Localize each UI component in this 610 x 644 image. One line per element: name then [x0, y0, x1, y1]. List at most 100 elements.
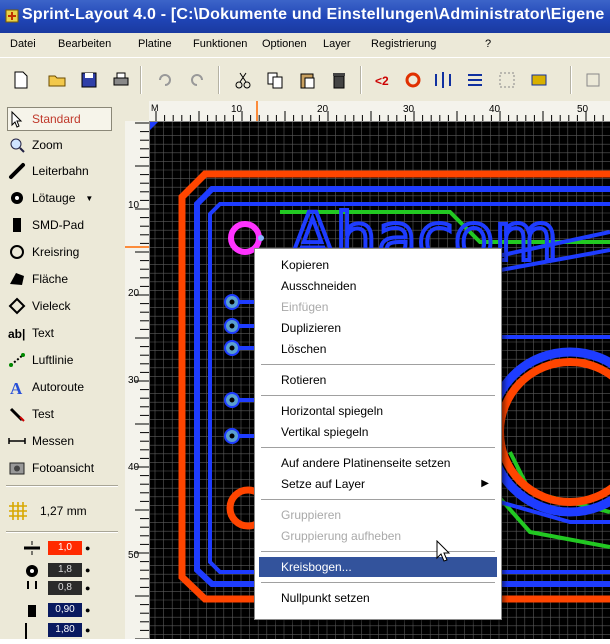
- sidebar-separator: [6, 531, 118, 533]
- param-drill[interactable]: 0,8 ●: [22, 579, 93, 597]
- save-button[interactable]: [76, 67, 102, 93]
- magnifier-icon: [8, 136, 26, 154]
- param-value-field[interactable]: 1,8: [48, 563, 82, 577]
- cut-button[interactable]: [230, 67, 256, 93]
- menu-layer[interactable]: Layer: [323, 38, 351, 50]
- spin-icon[interactable]: ●: [85, 563, 93, 577]
- open-folder-button[interactable]: [44, 67, 70, 93]
- context-item-kreisbogen[interactable]: Kreisbogen...: [259, 557, 497, 577]
- sidebar-separator: [6, 485, 118, 487]
- smd-height-icon: [22, 621, 42, 639]
- param-track-width[interactable]: 1,0 ●: [22, 539, 93, 557]
- open-folder-icon: [48, 75, 66, 87]
- tool-autoroute[interactable]: A Autoroute: [8, 376, 84, 398]
- tool-ruler[interactable]: Messen: [8, 430, 74, 452]
- menu-?[interactable]: ?: [485, 38, 491, 50]
- app-icon: [5, 9, 19, 23]
- context-item-vertikal-spiegeln[interactable]: Vertikal spiegeln: [259, 422, 497, 442]
- context-item-löschen[interactable]: Löschen: [259, 339, 497, 359]
- group-button[interactable]: [494, 67, 520, 93]
- context-item-horizontal-spiegeln[interactable]: Horizontal spiegeln: [259, 401, 497, 421]
- menu-funktionen[interactable]: Funktionen: [193, 38, 247, 50]
- vertical-ruler[interactable]: 10 20 30 40 50: [125, 121, 150, 639]
- context-item-auf-andere-platinenseite-setzen[interactable]: Auf andere Platinenseite setzen: [259, 453, 497, 473]
- tool-ring[interactable]: Kreisring: [8, 241, 79, 263]
- delete-icon: [333, 73, 345, 89]
- delete-button[interactable]: [326, 67, 352, 93]
- param-value-field[interactable]: 1,80: [48, 623, 82, 637]
- text-icon: ab|: [8, 324, 26, 342]
- context-item-ausschneiden[interactable]: Ausschneiden: [259, 276, 497, 296]
- context-item-kopieren[interactable]: Kopieren: [259, 255, 497, 275]
- context-item-nullpunkt-setzen[interactable]: Nullpunkt setzen: [259, 588, 497, 608]
- redo-button[interactable]: [184, 67, 210, 93]
- horizontal-ruler[interactable]: M 10 20 30 40 50: [149, 101, 610, 122]
- spin-icon[interactable]: ●: [85, 581, 93, 595]
- rotate-button[interactable]: [400, 67, 426, 93]
- context-item-label: Setze auf Layer: [281, 477, 366, 491]
- ruler-tick-label: 50: [128, 550, 140, 561]
- mirror-button[interactable]: [430, 67, 456, 93]
- ruler-marker-label: M: [151, 103, 159, 113]
- context-item-einfügen: Einfügen: [259, 297, 497, 317]
- copy-button[interactable]: [262, 67, 288, 93]
- paste-button[interactable]: [294, 67, 320, 93]
- ungroup-icon: [531, 74, 547, 86]
- tool-test[interactable]: Test: [8, 403, 54, 425]
- param-value-field[interactable]: 0,90: [48, 603, 82, 617]
- toolbar-separator: [360, 66, 362, 94]
- tool-track[interactable]: Leiterbahn: [8, 160, 89, 182]
- undo-button[interactable]: [152, 67, 178, 93]
- tool-magnifier[interactable]: Zoom: [8, 134, 63, 156]
- context-item-rotieren[interactable]: Rotieren: [259, 370, 497, 390]
- context-menu: Kopieren Ausschneiden Einfügen Duplizieren L…: [254, 248, 502, 620]
- param-value-field[interactable]: 0,8: [48, 581, 82, 595]
- smd-pad-icon: [8, 216, 26, 234]
- tool-text[interactable]: ab| Text: [8, 322, 54, 344]
- tool-smd-pad[interactable]: SMD-Pad: [8, 214, 84, 236]
- mirror-icon: [435, 72, 451, 88]
- tool-pad[interactable]: Lötauge ▼: [8, 187, 93, 209]
- context-item-label: Kopieren: [281, 258, 330, 272]
- tool-airwire[interactable]: Luftlinie: [8, 349, 73, 371]
- param-smd-height[interactable]: 1,80 ●: [22, 621, 93, 639]
- context-item-duplizieren[interactable]: Duplizieren: [259, 318, 497, 338]
- menu-datei[interactable]: Datei: [10, 38, 36, 50]
- menu-separator: [261, 364, 495, 366]
- tool-polygon[interactable]: Vieleck: [8, 295, 70, 317]
- param-smd-size[interactable]: 0,90 ●: [22, 601, 93, 619]
- pad-selection-handle[interactable]: [258, 235, 264, 241]
- menu-platine[interactable]: Platine: [138, 38, 172, 50]
- spin-icon[interactable]: ●: [85, 603, 93, 617]
- menu-registrierung[interactable]: Registrierung: [371, 38, 436, 50]
- tool-arrow-cursor[interactable]: Standard: [7, 107, 112, 131]
- align-icon: [468, 74, 482, 86]
- menu-optionen[interactable]: Optionen: [262, 38, 307, 50]
- align-button[interactable]: [462, 67, 488, 93]
- spin-icon[interactable]: ●: [85, 623, 93, 637]
- more-button[interactable]: [580, 67, 606, 93]
- submenu-arrow-icon: ▶: [481, 478, 489, 489]
- menu-bearbeiten[interactable]: Bearbeiten: [58, 38, 111, 50]
- param-value-field[interactable]: 1,0: [48, 541, 82, 555]
- spin-icon[interactable]: ●: [85, 541, 93, 555]
- grid-size-selector[interactable]: 1,27 mm: [8, 501, 87, 521]
- zoom-button[interactable]: <2: [370, 67, 396, 93]
- context-item-setze-auf-layer[interactable]: Setze auf Layer ▶: [259, 474, 497, 494]
- ruler-icon: [8, 432, 26, 450]
- print-button[interactable]: [108, 67, 134, 93]
- cut-icon: [235, 72, 251, 89]
- ring-icon: [8, 243, 26, 261]
- tool-area[interactable]: Fläche: [8, 268, 68, 290]
- param-pad-size[interactable]: 1,8 ●: [22, 561, 93, 579]
- tool-photo[interactable]: Fotoansicht: [8, 457, 94, 479]
- tool-label: Kreisring: [32, 245, 80, 259]
- mouse-cursor-icon: [436, 540, 451, 562]
- undo-icon: [159, 74, 171, 86]
- context-item-label: Kreisbogen...: [281, 560, 352, 574]
- chevron-down-icon[interactable]: ▼: [85, 194, 93, 203]
- ungroup-button[interactable]: [526, 67, 552, 93]
- ruler-tick-label: 30: [403, 104, 415, 115]
- new-file-button[interactable]: [8, 67, 34, 93]
- ruler-tick-label: 40: [128, 462, 140, 473]
